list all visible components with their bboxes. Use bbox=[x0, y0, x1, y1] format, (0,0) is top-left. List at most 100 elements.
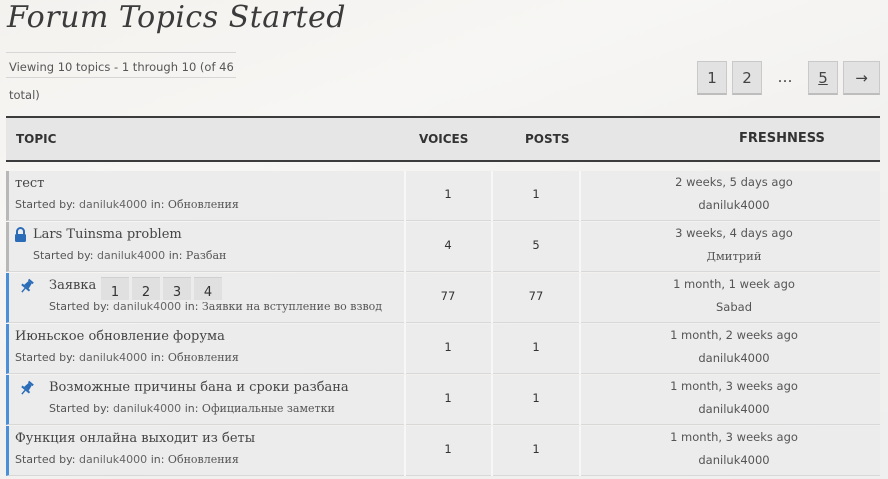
started-by-label: Started by: bbox=[15, 351, 76, 364]
voices-count: 1 bbox=[444, 340, 452, 354]
pagination-ellipsis: … bbox=[777, 68, 793, 86]
topic-row: Возможные причины бана и сроки разбана St… bbox=[6, 375, 880, 425]
column-posts: POSTS bbox=[525, 132, 570, 146]
column-divider bbox=[404, 324, 406, 374]
column-divider bbox=[579, 426, 581, 476]
posts-count: 1 bbox=[532, 340, 540, 354]
topic-title-link[interactable]: тест bbox=[15, 176, 44, 191]
column-divider bbox=[579, 375, 581, 425]
column-divider bbox=[579, 222, 581, 272]
topic-row: Июньское обновление форума Started by: da… bbox=[6, 324, 880, 374]
freshness-time-link[interactable]: 1 month, 1 week ago bbox=[584, 277, 884, 291]
voices-count: 4 bbox=[444, 238, 452, 252]
freshness-user-link[interactable]: daniluk4000 bbox=[584, 453, 884, 467]
table-header: TOPIC VOICES POSTS FRESHNESS bbox=[6, 116, 880, 162]
column-divider bbox=[579, 273, 581, 323]
author-link[interactable]: daniluk4000 bbox=[113, 300, 181, 313]
voices-count: 1 bbox=[444, 187, 452, 201]
forum-link[interactable]: Заявки на вступление во взвод bbox=[202, 300, 382, 313]
in-label: in: bbox=[150, 453, 165, 466]
page-title: Forum Topics Started bbox=[7, 0, 347, 35]
topic-page-link[interactable]: 4 bbox=[194, 277, 222, 300]
posts-count: 1 bbox=[532, 391, 540, 405]
freshness-time-link[interactable]: 2 weeks, 5 days ago bbox=[584, 175, 884, 189]
topic-meta: Started by: daniluk4000 in: Обновления bbox=[15, 351, 239, 364]
author-link[interactable]: daniluk4000 bbox=[79, 351, 147, 364]
page-5-button[interactable]: 5 bbox=[808, 61, 838, 95]
posts-count: 77 bbox=[528, 289, 544, 303]
topic-page-link[interactable]: 2 bbox=[132, 277, 160, 300]
freshness-user-link[interactable]: Дмитрий bbox=[584, 249, 884, 263]
freshness-user-link[interactable]: daniluk4000 bbox=[584, 198, 884, 212]
column-divider bbox=[491, 273, 493, 323]
topic-title-link[interactable]: Lars Tuinsma problem bbox=[33, 227, 182, 242]
topic-title-link[interactable]: Заявка bbox=[49, 278, 96, 293]
column-divider bbox=[404, 426, 406, 476]
column-divider bbox=[491, 222, 493, 272]
topic-title-link[interactable]: Возможные причины бана и сроки разбана bbox=[49, 380, 349, 395]
forum-link[interactable]: Официальные заметки bbox=[202, 402, 335, 415]
topic-meta: Started by: daniluk4000 in: Официальные … bbox=[49, 402, 335, 415]
column-divider bbox=[579, 171, 581, 221]
author-link[interactable]: daniluk4000 bbox=[79, 198, 147, 211]
topic-page-link[interactable]: 1 bbox=[101, 277, 129, 300]
freshness-time-link[interactable]: 1 month, 2 weeks ago bbox=[584, 328, 884, 342]
topic-meta: Started by: daniluk4000 in: Обновления bbox=[15, 453, 239, 466]
author-link[interactable]: daniluk4000 bbox=[113, 402, 181, 415]
in-label: in: bbox=[184, 402, 199, 415]
topic-meta: Started by: daniluk4000 in: Разбан bbox=[33, 249, 226, 262]
pin-icon bbox=[19, 380, 35, 400]
forum-link[interactable]: Обновления bbox=[168, 198, 239, 211]
pin-icon bbox=[19, 278, 35, 298]
column-divider bbox=[404, 375, 406, 425]
column-divider bbox=[491, 426, 493, 476]
started-by-label: Started by: bbox=[15, 198, 76, 211]
freshness-user-link[interactable]: daniluk4000 bbox=[584, 351, 884, 365]
started-by-label: Started by: bbox=[15, 453, 76, 466]
column-divider bbox=[579, 324, 581, 374]
forum-link[interactable]: Обновления bbox=[168, 453, 239, 466]
topic-row: Lars Tuinsma problem Started by: daniluk4… bbox=[6, 222, 880, 272]
freshness-user-link[interactable]: Sabad bbox=[584, 300, 884, 314]
forum-link[interactable]: Разбан bbox=[186, 249, 226, 262]
started-by-label: Started by: bbox=[33, 249, 94, 262]
lock-icon bbox=[14, 227, 27, 247]
topic-row: Заявка 1 2 3 4 Started by: daniluk4000 in: За… bbox=[6, 273, 880, 323]
freshness-time-link[interactable]: 1 month, 3 weeks ago bbox=[584, 379, 884, 393]
voices-count: 1 bbox=[444, 391, 452, 405]
freshness-time-link[interactable]: 3 weeks, 4 days ago bbox=[584, 226, 884, 240]
freshness-time-link[interactable]: 1 month, 3 weeks ago bbox=[584, 430, 884, 444]
column-topic: TOPIC bbox=[16, 132, 57, 146]
in-label: in: bbox=[150, 198, 165, 211]
started-by-label: Started by: bbox=[49, 402, 110, 415]
column-freshness: FRESHNESS bbox=[739, 131, 825, 146]
forum-link[interactable]: Обновления bbox=[168, 351, 239, 364]
in-label: in: bbox=[150, 351, 165, 364]
column-divider bbox=[491, 375, 493, 425]
voices-count: 77 bbox=[440, 289, 456, 303]
started-by-label: Started by: bbox=[49, 300, 110, 313]
topic-meta: Started by: daniluk4000 in: Заявки на вс… bbox=[49, 300, 382, 313]
topic-row: Функция онлайна выходит из беты Started b… bbox=[6, 426, 880, 476]
page-1-button[interactable]: 1 bbox=[697, 61, 727, 95]
in-label: in: bbox=[184, 300, 199, 313]
topic-meta: Started by: daniluk4000 in: Обновления bbox=[15, 198, 239, 211]
in-label: in: bbox=[168, 249, 183, 262]
author-link[interactable]: daniluk4000 bbox=[97, 249, 165, 262]
next-page-button[interactable]: → bbox=[843, 61, 880, 95]
pagination: 1 2 … 5 → bbox=[0, 61, 888, 96]
posts-count: 1 bbox=[532, 187, 540, 201]
column-divider bbox=[404, 222, 406, 272]
topic-page-link[interactable]: 3 bbox=[163, 277, 191, 300]
column-divider bbox=[491, 324, 493, 374]
column-divider bbox=[404, 171, 406, 221]
freshness-user-link[interactable]: daniluk4000 bbox=[584, 402, 884, 416]
voices-count: 1 bbox=[444, 442, 452, 456]
page-2-button[interactable]: 2 bbox=[732, 61, 762, 95]
topics-table: TOPIC VOICES POSTS FRESHNESS тест Started… bbox=[6, 116, 880, 476]
topic-title-link[interactable]: Функция онлайна выходит из беты bbox=[15, 431, 255, 446]
author-link[interactable]: daniluk4000 bbox=[79, 453, 147, 466]
column-voices: VOICES bbox=[419, 132, 469, 146]
topic-title-link[interactable]: Июньское обновление форума bbox=[15, 329, 225, 344]
topic-row: тест Started by: daniluk4000 in: Обновлен… bbox=[6, 171, 880, 221]
